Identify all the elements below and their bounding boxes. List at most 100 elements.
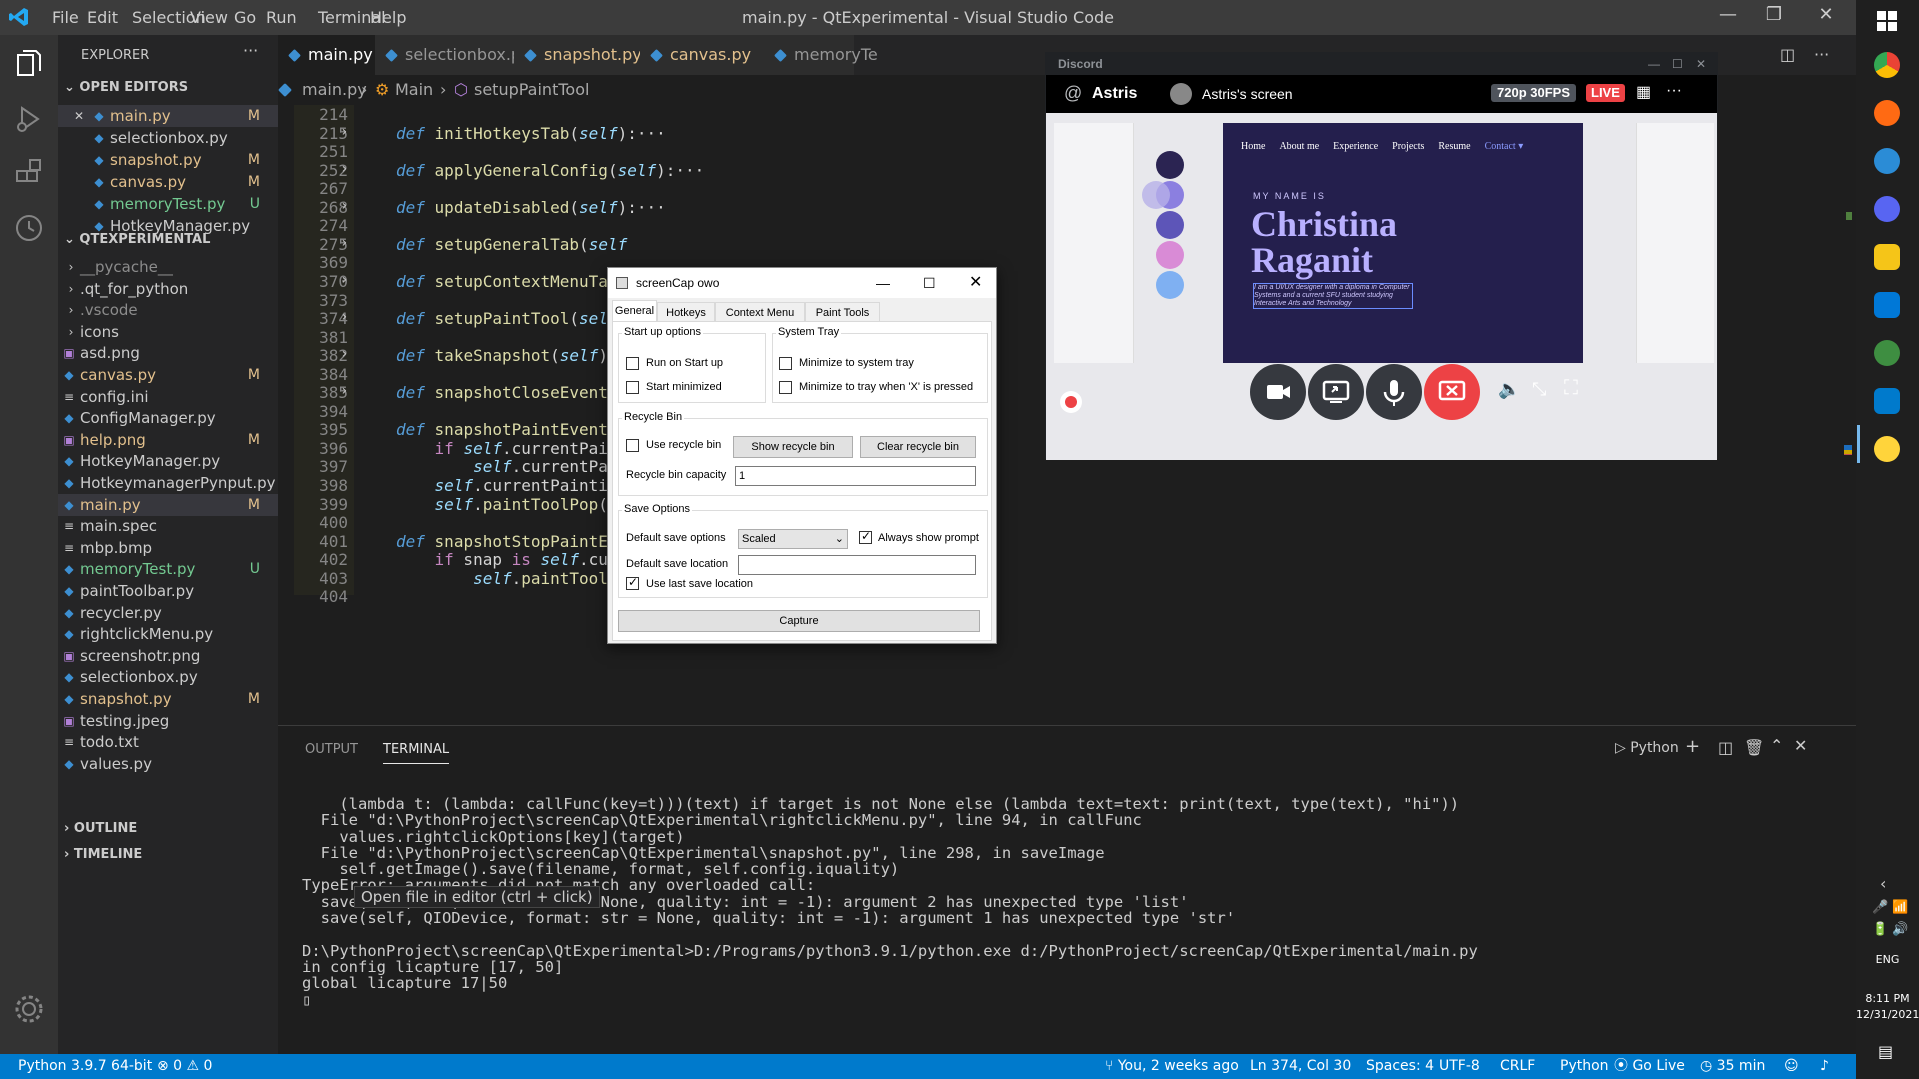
extensions-icon[interactable] [9, 153, 49, 193]
breadcrumb-method[interactable]: setupPaintTool [474, 75, 589, 105]
tab-context-menu[interactable]: Context Menu [715, 302, 805, 322]
tab-general[interactable]: General [612, 300, 657, 322]
capture-button[interactable]: Capture [618, 610, 980, 632]
line-ending[interactable]: CRLF [1500, 1054, 1535, 1079]
grid-view-icon[interactable]: ▦ [1636, 82, 1651, 102]
file-item[interactable]: ◆ selectionbox.py [58, 666, 278, 688]
minecraft-icon[interactable] [1874, 340, 1900, 366]
file-item[interactable]: ◆ HotkeymanagerPynput.py [58, 472, 278, 494]
more-actions-icon[interactable]: ··· [243, 41, 258, 60]
clear-recycle-bin-button[interactable]: Clear recycle bin [860, 436, 976, 458]
dialog-maximize-button[interactable]: ☐ [923, 268, 936, 298]
microphone-button[interactable] [1366, 364, 1422, 420]
file-item[interactable]: ≡ config.ini [58, 386, 278, 408]
open-editor-item[interactable]: ✕ ◆ main.py M [58, 105, 278, 127]
minimize-button[interactable]: — [1708, 4, 1748, 31]
tab-terminal[interactable]: TERMINAL [383, 742, 450, 764]
camera-button[interactable] [1250, 364, 1306, 420]
show-recycle-bin-button[interactable]: Show recycle bin [733, 436, 853, 458]
file-item[interactable]: ◆ values.py [58, 753, 278, 775]
tab-hotkeys[interactable]: Hotkeys [657, 302, 715, 322]
stream-video[interactable]: Home About me Experience Projects Resume Cont… [1046, 113, 1717, 460]
file-item[interactable]: ◆ main.py M [58, 493, 278, 516]
discord-maximize-button[interactable]: ☐ [1672, 53, 1683, 75]
language-mode[interactable]: Python [1560, 1054, 1609, 1079]
open-editor-item[interactable]: ◆ memoryTest.py U [58, 193, 278, 215]
file-item[interactable]: ▣ screenshotr.png [58, 645, 278, 667]
menu-view[interactable]: View [190, 8, 228, 27]
menu-help[interactable]: Help [370, 8, 406, 27]
file-item[interactable]: ≡ todo.txt [58, 731, 278, 753]
chrome-icon[interactable] [1874, 52, 1900, 78]
menu-edit[interactable]: Edit [87, 8, 118, 27]
copilot-icon[interactable]: ☺ [1784, 1054, 1799, 1079]
file-item[interactable]: ◆ rightclickMenu.py [58, 623, 278, 645]
use-recycle-bin-checkbox[interactable] [626, 439, 639, 452]
folder-item[interactable]: › __pycache__ [58, 256, 278, 278]
origin-icon[interactable] [1874, 100, 1900, 126]
tab-main-py[interactable]: main.py M✕ [278, 35, 375, 104]
more-options-icon[interactable]: ··· [1666, 82, 1682, 100]
screen-share-button[interactable] [1308, 364, 1364, 420]
pop-out-icon[interactable]: ⤡ [1532, 379, 1546, 400]
open-editors-section[interactable]: ⌄ OPEN EDITORS [64, 80, 188, 95]
new-terminal-icon[interactable]: + [1685, 736, 1700, 757]
windows-start-icon[interactable] [1876, 10, 1898, 32]
clock-date[interactable]: 12/31/2021 [1856, 1008, 1919, 1021]
file-item[interactable]: ◆ snapshot.py M [58, 688, 278, 710]
open-editor-item[interactable]: ◆ canvas.py M [58, 171, 278, 193]
file-item[interactable]: ≡ main.spec [58, 515, 278, 537]
problems-count[interactable]: ⊗ 0 ⚠ 0 [157, 1054, 212, 1079]
file-item[interactable]: ▣ testing.jpeg [58, 710, 278, 732]
file-item[interactable]: ◆ memoryTest.py U [58, 558, 278, 580]
maximize-button[interactable]: ❐ [1754, 4, 1794, 31]
chevron-left-icon[interactable]: ‹ [1880, 874, 1886, 893]
open-editor-item[interactable]: ◆ selectionbox.py [58, 127, 278, 149]
discord-close-button[interactable]: ✕ [1696, 53, 1706, 75]
python-interpreter[interactable]: Python 3.9.7 64-bit [18, 1054, 152, 1079]
file-item[interactable]: ◆ recycler.py [58, 602, 278, 624]
file-item[interactable]: ▣ asd.png [58, 342, 278, 364]
language-indicator[interactable]: ENG [1856, 953, 1919, 966]
menu-run[interactable]: Run [266, 8, 297, 27]
explorer-icon[interactable] [9, 45, 49, 85]
notifications-icon[interactable]: ♪ [1820, 1054, 1829, 1079]
notification-center-icon[interactable]: ▤ [1878, 1042, 1893, 1061]
disconnect-button[interactable] [1424, 364, 1480, 420]
outline-section[interactable]: › OUTLINE [64, 821, 137, 836]
more-icon[interactable]: ··· [1814, 45, 1829, 64]
fold-chevron-icon[interactable]: › [340, 235, 348, 251]
file-item[interactable]: ◆ ConfigManager.py [58, 407, 278, 429]
close-panel-icon[interactable]: ✕ [1794, 736, 1807, 755]
fold-chevron-icon[interactable]: › [340, 272, 348, 288]
terminal-dropdown[interactable]: ▷ Python [1615, 740, 1679, 756]
file-item[interactable]: ◆ canvas.py M [58, 364, 278, 386]
folder-item[interactable]: › .vscode [58, 299, 278, 321]
git-blame[interactable]: ⑂ You, 2 weeks ago [1105, 1054, 1239, 1079]
tab-canvas-py[interactable]: canvas.py M [640, 35, 764, 104]
python-taskbar-icon[interactable] [1874, 436, 1900, 462]
fold-chevron-icon[interactable]: › [340, 309, 348, 325]
fold-chevron-icon[interactable]: › [340, 198, 348, 214]
recycle-capacity-input[interactable]: 1 [735, 466, 976, 486]
project-section[interactable]: ⌄ QTEXPERIMENTAL [64, 232, 210, 247]
battery-volume-icons[interactable]: 🔋 🔊 [1872, 922, 1909, 937]
file-item[interactable]: ≡ mbp.bmp [58, 537, 278, 559]
kill-terminal-icon[interactable]: 🗑 [1744, 738, 1764, 757]
dialog-minimize-button[interactable]: — [876, 268, 890, 298]
encoding[interactable]: UTF-8 [1439, 1054, 1480, 1079]
menu-file[interactable]: File [52, 8, 79, 27]
folder-item[interactable]: › icons [58, 321, 278, 343]
breadcrumb-class[interactable]: Main [395, 75, 433, 105]
use-last-location-checkbox[interactable] [626, 575, 639, 590]
indentation[interactable]: Spaces: 4 [1366, 1054, 1434, 1079]
discord-minimize-button[interactable]: — [1648, 53, 1660, 75]
cloud-app-icon[interactable] [1874, 148, 1900, 174]
file-item[interactable]: ◆ paintToolbar.py [58, 580, 278, 602]
tab-output[interactable]: OUTPUT [305, 742, 358, 757]
split-terminal-icon[interactable]: ◫ [1718, 738, 1733, 757]
file-explorer-icon[interactable] [1874, 244, 1900, 270]
open-editor-item[interactable]: ◆ snapshot.py M [58, 149, 278, 171]
tab-paint-tools[interactable]: Paint Tools [805, 302, 880, 322]
timer[interactable]: ◷ 35 min [1700, 1054, 1765, 1079]
